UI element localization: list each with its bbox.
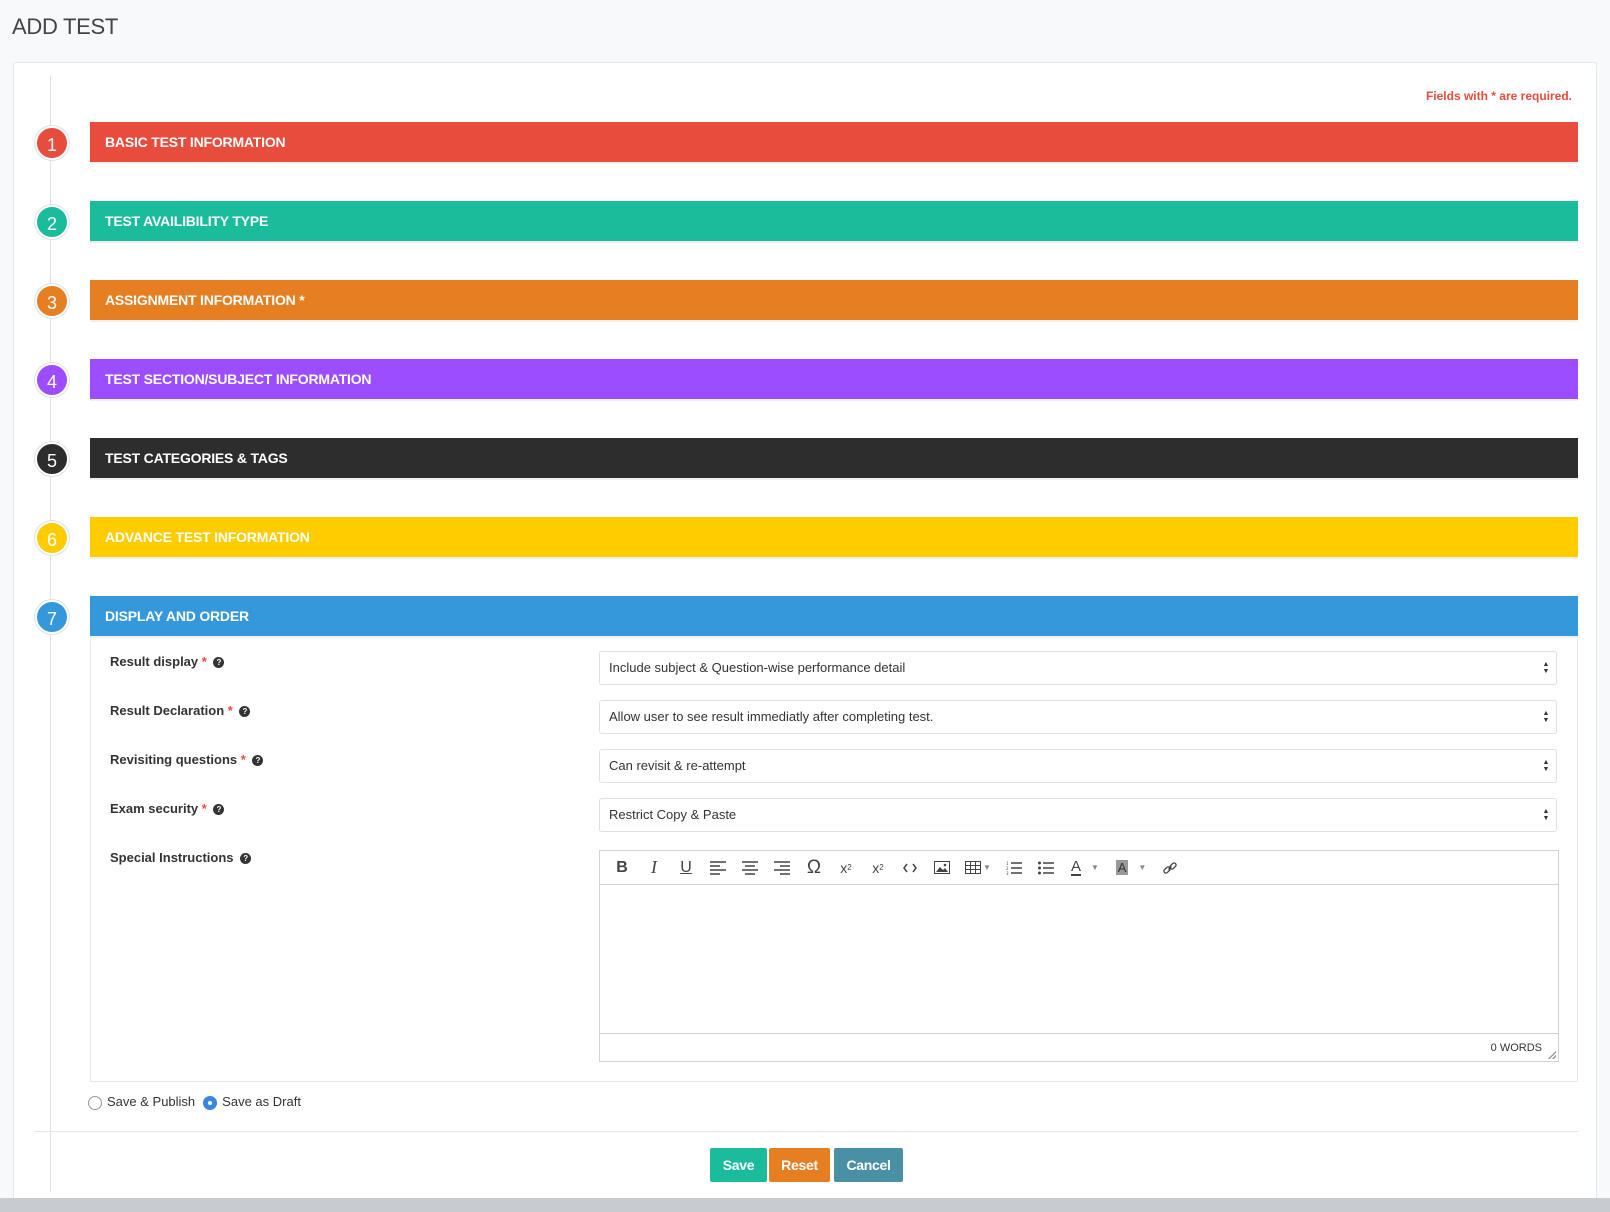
special-instructions-editor: B I U Ω x2 x2 ▼ 123 A ▼ A ▼ 0 WORDS [599, 850, 1559, 1062]
step-4-badge: 4 [35, 363, 69, 397]
section-header-test-availability-type[interactable]: TEST AVAILIBILITY TYPE [90, 201, 1578, 241]
editor-footer: 0 WORDS [600, 1033, 1558, 1061]
select-value: Can revisit & re-attempt [609, 758, 746, 773]
align-right-icon[interactable] [766, 854, 798, 882]
step-6-badge: 6 [35, 521, 69, 555]
select-arrows-icon: ▲ ▼ [1542, 759, 1550, 773]
save-button[interactable]: Save [710, 1148, 767, 1182]
font-color-icon[interactable]: A ▼ [1062, 854, 1108, 882]
unordered-list-icon[interactable] [1030, 854, 1062, 882]
reset-button[interactable]: Reset [769, 1148, 830, 1182]
save-publish-radio[interactable] [88, 1096, 102, 1110]
bold-icon[interactable]: B [606, 854, 638, 882]
link-icon[interactable] [1154, 854, 1186, 882]
save-draft-radio[interactable] [203, 1096, 218, 1110]
underline-icon[interactable]: U [670, 854, 702, 882]
question-circle-icon[interactable]: ? [252, 755, 264, 766]
editor-text-area[interactable] [600, 885, 1558, 1033]
chevron-down-icon: ▼ [1091, 863, 1099, 872]
svg-text:3: 3 [1006, 871, 1009, 875]
section-header-advance-test-information[interactable]: ADVANCE TEST INFORMATION [90, 517, 1578, 557]
select-arrows-icon: ▲ ▼ [1542, 710, 1550, 724]
question-circle-icon[interactable]: ? [213, 657, 225, 668]
cancel-button[interactable]: Cancel [834, 1148, 903, 1182]
timeline-line [50, 76, 51, 1192]
required-star: * [201, 801, 207, 816]
required-star: * [201, 654, 207, 669]
required-fields-note: Fields with * are required. [1425, 89, 1572, 103]
publish-options: Save & Publish Save as Draft [88, 1093, 309, 1110]
required-star: * [227, 703, 233, 718]
save-draft-label[interactable]: Save as Draft [222, 1094, 301, 1109]
resize-grip-icon[interactable] [1548, 1051, 1556, 1059]
chevron-down-icon: ▼ [983, 863, 991, 872]
background-color-icon[interactable]: A ▼ [1108, 854, 1154, 882]
question-circle-icon[interactable]: ? [213, 804, 225, 815]
italic-icon[interactable]: I [638, 854, 670, 882]
step-2-badge: 2 [35, 205, 69, 239]
field-label-special-instructions: Special Instructions ? [110, 850, 252, 865]
section-header-test-section-subject-information[interactable]: TEST SECTION/SUBJECT INFORMATION [90, 359, 1578, 399]
image-icon[interactable] [926, 854, 958, 882]
field-label-exam-security: Exam security * ? [110, 801, 225, 816]
question-circle-icon[interactable]: ? [240, 853, 252, 864]
field-label-text: Revisiting questions [110, 752, 238, 767]
select-value: Allow user to see result immediatly afte… [609, 709, 934, 724]
field-label-result-declaration: Result Declaration * ? [110, 703, 251, 718]
field-label-result-display: Result display * ? [110, 654, 225, 669]
step-7-badge: 7 [35, 600, 69, 634]
exam-security-select[interactable]: Restrict Copy & Paste ▲ ▼ [599, 798, 1557, 832]
question-circle-icon[interactable]: ? [239, 706, 251, 717]
select-arrows-icon: ▲ ▼ [1542, 661, 1550, 675]
select-value: Include subject & Question-wise performa… [609, 660, 906, 675]
chevron-down-icon: ▼ [1138, 863, 1147, 872]
field-label-text: Exam security [110, 801, 199, 816]
section-header-basic-test-information[interactable]: BASIC TEST INFORMATION [90, 122, 1578, 162]
omega-icon[interactable]: Ω [798, 854, 830, 882]
required-star: * [240, 752, 246, 767]
ordered-list-icon[interactable]: 123 [998, 854, 1030, 882]
step-1-badge: 1 [35, 126, 69, 160]
revisiting-questions-select[interactable]: Can revisit & re-attempt ▲ ▼ [599, 749, 1557, 783]
divider [34, 1131, 1578, 1132]
editor-toolbar: B I U Ω x2 x2 ▼ 123 A ▼ A ▼ [600, 851, 1558, 885]
align-center-icon[interactable] [734, 854, 766, 882]
select-value: Restrict Copy & Paste [609, 807, 737, 822]
section-header-assignment-information[interactable]: ASSIGNMENT INFORMATION * [90, 280, 1578, 320]
code-icon[interactable] [894, 854, 926, 882]
field-label-revisiting-questions: Revisiting questions * ? [110, 752, 264, 767]
word-count: 0 WORDS [1490, 1042, 1542, 1054]
table-icon[interactable]: ▼ [958, 854, 998, 882]
step-5-badge: 5 [35, 442, 69, 476]
field-label-text: Result Declaration [110, 703, 225, 718]
step-3-badge: 3 [35, 284, 69, 318]
align-left-icon[interactable] [702, 854, 734, 882]
section-header-test-categories-tags[interactable]: TEST CATEGORIES & TAGS [90, 438, 1578, 478]
result-display-select[interactable]: Include subject & Question-wise performa… [599, 651, 1557, 685]
field-label-text: Special Instructions [110, 850, 234, 865]
field-label-text: Result display [110, 654, 199, 669]
bottom-scrollbar[interactable] [0, 1198, 1610, 1212]
result-declaration-select[interactable]: Allow user to see result immediatly afte… [599, 700, 1557, 734]
section-header-display-and-order[interactable]: DISPLAY AND ORDER [90, 596, 1578, 636]
subscript-icon[interactable]: x2 [830, 854, 862, 882]
select-arrows-icon: ▲ ▼ [1542, 808, 1550, 822]
superscript-icon[interactable]: x2 [862, 854, 894, 882]
page-title: ADD TEST [12, 14, 118, 39]
save-publish-label[interactable]: Save & Publish [107, 1094, 195, 1109]
